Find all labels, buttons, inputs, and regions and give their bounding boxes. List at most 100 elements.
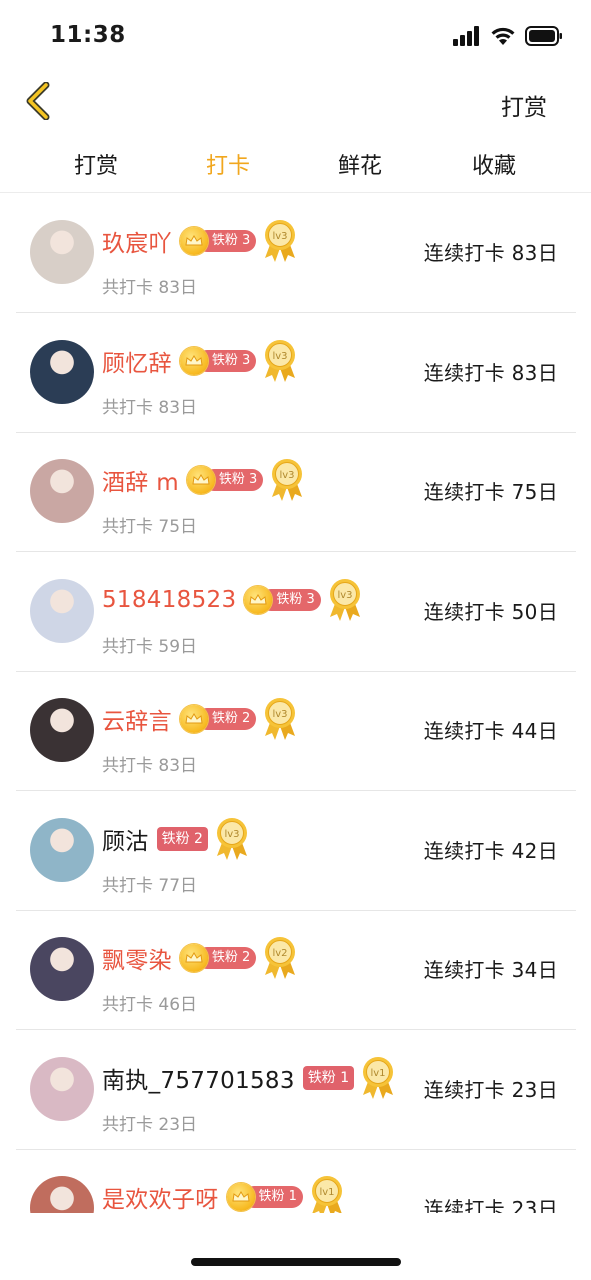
streak-count: 连续打卡 34日 xyxy=(423,958,558,982)
list-item[interactable]: 是欢欢子呀 铁粉 1 lv1 连续打卡 23日 xyxy=(16,1149,576,1213)
level-label: lv3 xyxy=(280,470,295,481)
battery-icon xyxy=(525,26,563,50)
list-item[interactable]: 518418523 铁粉 3 lv3 共打卡 59日 连续打卡 50日 xyxy=(16,552,576,672)
level-label: lv3 xyxy=(273,231,288,242)
list-item[interactable]: 飘零染 铁粉 2 lv2 共打卡 46日 连续打卡 34日 xyxy=(16,910,576,1030)
avatar[interactable] xyxy=(30,459,94,523)
checkin-list: 玖宸吖 铁粉 3 lv3 共打卡 83日 连续打卡 83日 顾忆辞 铁粉 3 lv3 共打卡 8… xyxy=(0,193,591,1213)
streak-count: 连续打卡 44日 xyxy=(423,719,558,743)
list-item[interactable]: 云辞言 铁粉 2 lv3 共打卡 83日 连续打卡 44日 xyxy=(16,671,576,791)
level-medal-icon: lv3 xyxy=(214,816,250,862)
level-label: lv3 xyxy=(337,590,352,601)
list-item[interactable]: 酒辞 m 铁粉 3 lv3 共打卡 75日 连续打卡 75日 xyxy=(16,432,576,552)
level-medal-icon: lv3 xyxy=(269,457,305,503)
total-checkins: 共打卡 59日 xyxy=(102,636,198,657)
user-name[interactable]: 顾沽 xyxy=(102,822,149,856)
streak-count: 连续打卡 83日 xyxy=(423,360,558,385)
home-indicator xyxy=(191,1258,401,1266)
name-line: 顾忆辞 铁粉 3 lv3 xyxy=(102,338,298,384)
avatar[interactable] xyxy=(30,339,94,404)
crown-icon xyxy=(179,227,208,255)
user-name[interactable]: 酒辞 m xyxy=(102,463,179,497)
level-medal-icon: lv2 xyxy=(262,935,298,981)
reward-button[interactable]: 打赏 xyxy=(501,88,547,122)
tab-flowers[interactable]: 鲜花 xyxy=(300,148,420,180)
fan-level-label: 铁粉 2 xyxy=(156,826,208,851)
user-name[interactable]: 南执_757701583 xyxy=(102,1061,295,1095)
wifi-icon xyxy=(490,26,516,50)
total-checkins: 共打卡 77日 xyxy=(102,875,198,896)
name-line: 飘零染 铁粉 2 lv2 xyxy=(102,935,298,981)
cellular-signal-icon xyxy=(453,26,481,50)
avatar[interactable] xyxy=(30,578,94,643)
name-line: 518418523 铁粉 3 lv3 xyxy=(102,578,363,621)
streak-count: 连续打卡 23日 xyxy=(423,1077,558,1102)
level-medal-icon: lv1 xyxy=(360,1055,396,1101)
fan-badge: 铁粉 2 xyxy=(156,825,208,853)
total-checkins: 共打卡 83日 xyxy=(102,397,198,418)
fan-badge: 铁粉 1 xyxy=(226,1183,303,1211)
fan-badge: 铁粉 3 xyxy=(244,585,321,614)
total-checkins: 共打卡 83日 xyxy=(102,756,198,776)
level-label: lv1 xyxy=(371,1068,386,1079)
name-line: 是欢欢子呀 铁粉 1 lv1 xyxy=(102,1174,345,1213)
level-medal-icon: lv1 xyxy=(309,1174,345,1213)
streak-count: 连续打卡 50日 xyxy=(423,599,558,624)
streak-count: 连续打卡 83日 xyxy=(423,241,558,265)
name-line: 酒辞 m 铁粉 3 lv3 xyxy=(102,457,305,503)
list-item[interactable]: 玖宸吖 铁粉 3 lv3 共打卡 83日 连续打卡 83日 xyxy=(16,193,576,313)
list-item[interactable]: 顾沽 铁粉 2 lv3 共打卡 77日 连续打卡 42日 xyxy=(16,791,576,911)
avatar[interactable] xyxy=(30,817,94,882)
tab-checkin[interactable]: 打卡 xyxy=(168,148,288,180)
list-item[interactable]: 顾忆辞 铁粉 3 lv3 共打卡 83日 连续打卡 83日 xyxy=(16,313,576,433)
chevron-left-icon xyxy=(24,81,52,124)
status-time: 11:38 xyxy=(50,22,126,48)
fan-badge: 铁粉 3 xyxy=(179,346,257,375)
tab-reward[interactable]: 打赏 xyxy=(36,148,156,180)
fan-level-label: 铁粉 1 xyxy=(302,1065,355,1090)
streak-count: 连续打卡 23日 xyxy=(423,1197,558,1213)
user-name[interactable]: 飘零染 xyxy=(102,941,172,975)
crown-icon xyxy=(179,346,208,375)
avatar[interactable] xyxy=(30,220,94,284)
tab-favorites[interactable]: 收藏 xyxy=(434,148,554,180)
user-name[interactable]: 玖宸吖 xyxy=(102,224,172,258)
user-name[interactable]: 云辞言 xyxy=(102,702,172,736)
name-line: 顾沽 铁粉 2 lv3 xyxy=(102,816,250,862)
back-button[interactable] xyxy=(18,81,58,124)
crown-icon xyxy=(244,585,273,614)
fan-badge: 铁粉 3 xyxy=(179,227,257,255)
fan-badge: 铁粉 2 xyxy=(179,705,257,733)
total-checkins: 共打卡 75日 xyxy=(102,517,198,537)
avatar[interactable] xyxy=(30,1056,94,1121)
total-checkins: 共打卡 83日 xyxy=(102,278,198,298)
avatar[interactable] xyxy=(30,1176,94,1213)
fan-badge: 铁粉 3 xyxy=(186,466,264,494)
list-item[interactable]: 南执_757701583 铁粉 1 lv1 共打卡 23日 连续打卡 23日 xyxy=(16,1030,576,1150)
level-label: lv3 xyxy=(224,829,239,840)
name-line: 玖宸吖 铁粉 3 lv3 xyxy=(102,218,298,264)
fan-badge: 铁粉 1 xyxy=(302,1064,355,1092)
streak-count: 连续打卡 75日 xyxy=(423,480,558,504)
user-name[interactable]: 518418523 xyxy=(102,587,236,613)
tab-bar: 打赏 打卡 鲜花 收藏 xyxy=(0,138,591,193)
nav-bar: 打赏 xyxy=(0,74,591,134)
level-label: lv1 xyxy=(319,1187,334,1198)
user-name[interactable]: 顾忆辞 xyxy=(102,344,172,378)
level-label: lv3 xyxy=(273,351,288,362)
level-medal-icon: lv3 xyxy=(262,696,298,742)
total-checkins: 共打卡 46日 xyxy=(102,995,198,1015)
crown-icon xyxy=(226,1183,255,1211)
fan-badge: 铁粉 2 xyxy=(179,944,257,972)
avatar[interactable] xyxy=(30,698,94,762)
crown-icon xyxy=(186,466,215,494)
avatar[interactable] xyxy=(30,937,94,1001)
total-checkins: 共打卡 23日 xyxy=(102,1114,198,1135)
crown-icon xyxy=(179,705,208,733)
status-bar: 11:38 xyxy=(0,0,591,74)
level-medal-icon: lv3 xyxy=(262,218,298,264)
level-medal-icon: lv3 xyxy=(262,338,298,384)
streak-count: 连续打卡 42日 xyxy=(423,838,558,863)
user-name[interactable]: 是欢欢子呀 xyxy=(102,1180,219,1213)
status-icons xyxy=(453,26,563,50)
